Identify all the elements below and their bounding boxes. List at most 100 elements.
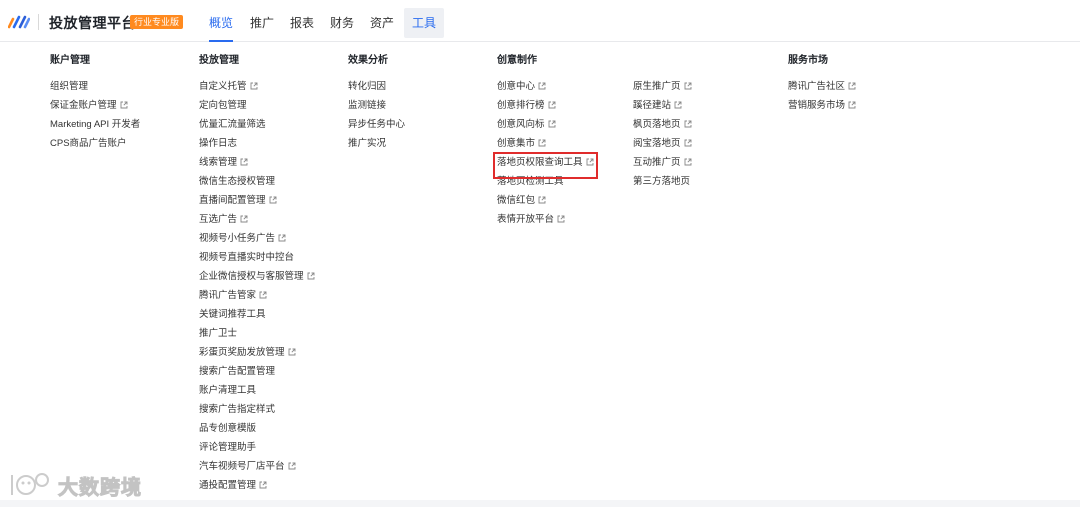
menu-link-label: 定向包管理 (199, 100, 247, 111)
menu-link-label: 直播间配置管理 (199, 195, 266, 206)
menu-link[interactable]: 表情开放平台 (497, 213, 594, 232)
menu-link-label: 监测链接 (348, 100, 387, 111)
menu-link[interactable]: 腾讯广告管家 (199, 289, 315, 308)
menu-link[interactable]: 评论管理助手 (199, 441, 315, 460)
menu-link[interactable]: 创意集市 (497, 137, 594, 156)
menu-link[interactable]: 定向包管理 (199, 99, 315, 118)
menu-link[interactable]: 微信红包 (497, 194, 594, 213)
nav-tab-tools[interactable]: 工具 (404, 8, 444, 38)
menu-link-label: 自定义托管 (199, 81, 247, 92)
menu-link[interactable]: 互选广告 (199, 213, 315, 232)
menu-link[interactable]: 监测链接 (348, 99, 405, 118)
menu-link[interactable]: 视频号小任务广告 (199, 232, 315, 251)
nav-tab-overview[interactable]: 概览 (207, 8, 235, 42)
menu-link-label: 推广卫士 (199, 328, 238, 339)
menu-link-label: 搜索广告指定样式 (199, 404, 276, 415)
menu-link[interactable]: 创意排行榜 (497, 99, 594, 118)
menu-link[interactable]: 视频号直播实时中控台 (199, 251, 315, 270)
watermark-text: 大数跨境 (58, 476, 142, 499)
menu-link-label: 创意风向标 (497, 119, 545, 130)
menu-link-label: 创意排行榜 (497, 100, 545, 111)
menu-link[interactable]: 腾讯广告社区 (788, 80, 856, 99)
external-link-icon (288, 348, 296, 356)
menu-link-label: 创意中心 (497, 81, 536, 92)
menu-link-label: 视频号直播实时中控台 (199, 252, 295, 263)
edition-badge: 行业专业版 (130, 15, 184, 29)
external-link-icon (120, 101, 128, 109)
link-list: 组织管理 保证金账户管理 Marketing API 开发者 CPS商品广告账户 (50, 80, 140, 156)
menu-column-account: 账户管理 组织管理 保证金账户管理 Marketing API 开发者 CPS商品广告… (50, 55, 140, 156)
menu-column-landing: 原生推广页蹊径建站枫页落地页 阅宝落地页互动推广页 第三方落地页 (633, 55, 692, 194)
menu-link[interactable]: 线索管理 (199, 156, 315, 175)
menu-link[interactable]: 搜索广告配置管理 (199, 365, 315, 384)
external-link-icon (848, 101, 856, 109)
menu-link[interactable]: 落地页权限查询工具 (493, 152, 598, 179)
menu-link-label: 品专创意模版 (199, 423, 257, 434)
menu-link-label: 蹊径建站 (633, 100, 672, 111)
menu-link[interactable]: 账户清理工具 (199, 384, 315, 403)
menu-link[interactable]: 彩蛋页奖励发放管理 (199, 346, 315, 365)
menu-link[interactable]: 微信生态授权管理 (199, 175, 315, 194)
menu-link-label: 原生推广页 (633, 81, 681, 92)
menu-link-label: 互选广告 (199, 214, 238, 225)
menu-link[interactable]: 第三方落地页 (633, 175, 692, 194)
external-link-icon (684, 158, 692, 166)
brand-logo-icon[interactable] (8, 13, 30, 29)
menu-link[interactable]: 企业微信授权与客服管理 (199, 270, 315, 289)
menu-link[interactable]: 通投配置管理 (199, 479, 315, 498)
external-link-icon (288, 462, 296, 470)
menu-link-label: 阅宝落地页 (633, 138, 681, 149)
menu-link[interactable]: 互动推广页 (633, 156, 692, 175)
menu-link[interactable]: 汽车视频号厂店平台 (199, 460, 315, 479)
menu-link-label: 推广实况 (348, 138, 387, 149)
menu-link[interactable]: 创意风向标 (497, 118, 594, 137)
nav-tab-finance[interactable]: 财务 (330, 8, 354, 38)
menu-link-label: 异步任务中心 (348, 119, 406, 130)
menu-link[interactable]: 直播间配置管理 (199, 194, 315, 213)
external-link-icon (684, 120, 692, 128)
menu-link[interactable]: 操作日志 (199, 137, 315, 156)
nav-tab-assets[interactable]: 资产 (370, 8, 394, 38)
menu-column-creative: 创意制作 创意中心创意排行榜创意风向标创意集市 落地页权限查询工具 落地页检测工具微… (493, 55, 598, 232)
menu-link[interactable]: 保证金账户管理 (50, 99, 140, 118)
menu-link[interactable]: 异步任务中心 (348, 118, 405, 137)
menu-link[interactable]: 自定义托管 (199, 80, 315, 99)
menu-link[interactable]: 蹊径建站 (633, 99, 692, 118)
menu-link-label: 腾讯广告社区 (788, 81, 846, 92)
nav-tab-reports[interactable]: 报表 (290, 8, 314, 38)
menu-link[interactable]: 转化归因 (348, 80, 405, 99)
menu-link[interactable]: 原生推广页 (633, 80, 692, 99)
external-link-icon (684, 82, 692, 90)
menu-link[interactable]: 推广卫士 (199, 327, 315, 346)
menu-link[interactable]: CPS商品广告账户 (50, 137, 140, 156)
nav-tab-promotion[interactable]: 推广 (250, 8, 274, 38)
menu-link[interactable]: 阅宝落地页 (633, 137, 692, 156)
external-link-icon (307, 272, 315, 280)
watermark: 大数跨境 (8, 470, 142, 500)
column-title: 投放管理 (199, 55, 239, 66)
column-title: 账户管理 (50, 55, 90, 66)
menu-link[interactable]: 推广实况 (348, 137, 405, 156)
column-title: 创意制作 (497, 55, 537, 66)
external-link-icon (674, 101, 682, 109)
link-list: 创意中心创意排行榜创意风向标创意集市 落地页权限查询工具 落地页检测工具 微信红包 表情… (493, 80, 598, 232)
external-link-icon (684, 139, 692, 147)
external-link-icon (586, 158, 594, 166)
menu-link[interactable]: 品专创意模版 (199, 422, 315, 441)
menu-link[interactable]: 关键词推荐工具 (199, 308, 315, 327)
bottom-strip (0, 500, 1080, 507)
column-title-empty (633, 55, 692, 67)
menu-link-label: 优量汇流量筛选 (199, 119, 266, 130)
menu-link[interactable]: 营销服务市场 (788, 99, 856, 118)
menu-link[interactable]: 搜索广告指定样式 (199, 403, 315, 422)
menu-link[interactable]: 优量汇流量筛选 (199, 118, 315, 137)
menu-link[interactable]: 创意中心 (497, 80, 594, 99)
menu-link[interactable]: 组织管理 (50, 80, 140, 99)
menu-link[interactable]: 落地页检测工具 (497, 175, 594, 194)
menu-link-label: 评论管理助手 (199, 442, 257, 453)
menu-link-label: 视频号小任务广告 (199, 233, 276, 244)
app-title[interactable]: 投放管理平台 (49, 13, 136, 33)
menu-link[interactable]: Marketing API 开发者 (50, 118, 140, 137)
external-link-icon (848, 82, 856, 90)
menu-link[interactable]: 枫页落地页 (633, 118, 692, 137)
